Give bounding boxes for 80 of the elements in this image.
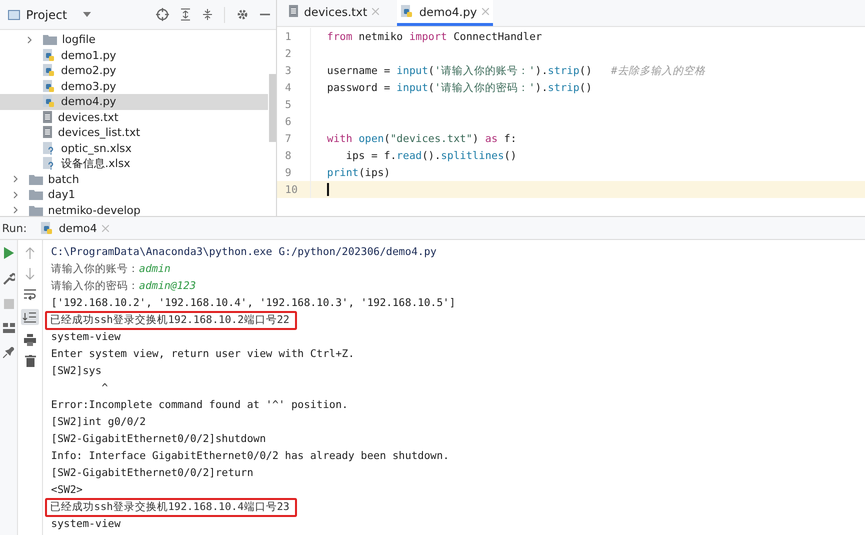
tree-item[interactable]: devices.txt xyxy=(0,110,268,125)
soft-wrap-icon[interactable] xyxy=(24,289,36,300)
line-number: 6 xyxy=(284,116,292,128)
scroll-to-end-icon[interactable] xyxy=(21,309,39,325)
editor-tab[interactable]: demo4.py xyxy=(397,0,493,26)
console-line: system-view xyxy=(51,517,122,532)
tree-item[interactable]: demo1.py xyxy=(0,48,268,63)
tree-item[interactable]: day1 xyxy=(0,187,268,202)
console-line: Error:Incomplete command found at '^' position. xyxy=(51,398,350,413)
pin-icon[interactable] xyxy=(3,347,14,358)
line-number: 9 xyxy=(284,166,292,178)
play-icon[interactable] xyxy=(4,247,14,259)
code-line: username = input('请输入你的账号：').strip() #去除多输入的空格 xyxy=(327,64,706,78)
console-line: Info: Interface GigabitEthernet0/0/2 has already been shutdown. xyxy=(51,449,450,464)
tree-item[interactable]: demo2.py xyxy=(0,63,268,78)
dropdown-caret-icon[interactable] xyxy=(83,12,92,17)
folder-icon xyxy=(29,189,43,200)
settings-icon[interactable] xyxy=(236,8,249,21)
line-number: 5 xyxy=(284,98,292,110)
line-number: 8 xyxy=(284,150,292,162)
wrench-icon[interactable] xyxy=(2,273,14,285)
tree-item[interactable]: demo4.py xyxy=(0,94,268,110)
highlight-box: 已经成功ssh登录交换机192.168.10.4端口号23 xyxy=(45,498,298,517)
folder-icon xyxy=(29,174,43,185)
text-file-icon xyxy=(43,126,53,140)
tree-item[interactable]: 设备信息.xlsx xyxy=(0,156,268,172)
expand-all-icon[interactable] xyxy=(180,8,191,21)
text-file-icon xyxy=(43,110,53,124)
tree-item[interactable]: netmiko-develop xyxy=(0,202,268,218)
console-line: [SW2-GigabitEthernet0/0/2]shutdown xyxy=(51,432,267,447)
python-file-icon xyxy=(43,80,56,93)
layout-icon[interactable] xyxy=(2,323,14,333)
console-line: Enter system view, return user view with Ctrl+Z. xyxy=(51,347,356,362)
text-file-icon xyxy=(289,5,299,18)
code-line: print(ips) xyxy=(327,166,390,178)
console-line: [SW2]int g0/0/2 xyxy=(51,415,147,430)
tree-item[interactable]: devices_list.txt xyxy=(0,125,268,140)
console-line: 请输入你的密码：admin@123 xyxy=(51,279,197,294)
scrollbar-thumb[interactable] xyxy=(269,74,276,142)
line-number: 3 xyxy=(284,64,292,76)
text-cursor xyxy=(327,183,329,196)
locate-icon[interactable] xyxy=(156,8,169,21)
print-icon[interactable] xyxy=(24,334,36,346)
code-line: with open("devices.txt") as f: xyxy=(327,132,517,144)
editor-tab[interactable]: devices.txt xyxy=(285,0,384,26)
python-file-icon xyxy=(43,64,56,78)
code-line: ips = f.read().splitlines() xyxy=(344,150,517,162)
console-line: 请输入你的账号：admin xyxy=(51,262,172,277)
python-file-icon xyxy=(43,95,56,108)
line-number: 7 xyxy=(284,132,292,144)
console-line: [SW2]sys xyxy=(51,364,103,379)
collapse-all-icon[interactable] xyxy=(202,8,213,21)
line-number: 1 xyxy=(284,30,292,42)
code-line: from netmiko import ConnectHandler xyxy=(327,30,542,42)
highlight-box: 已经成功ssh登录交换机192.168.10.2端口号22 xyxy=(45,311,298,330)
python-file-icon xyxy=(40,222,54,234)
unknown-file-icon xyxy=(43,157,56,170)
line-number: 2 xyxy=(284,48,292,60)
console-line: ^ xyxy=(100,381,109,396)
console-line: <SW2> xyxy=(51,483,84,498)
console-line: system-view xyxy=(51,330,122,345)
line-number: 10 xyxy=(284,184,299,196)
python-file-icon xyxy=(401,5,414,18)
trash-icon[interactable] xyxy=(24,355,36,367)
python-file-icon xyxy=(43,48,56,62)
panel-icon xyxy=(8,10,20,20)
console-line: C:\ProgramData\Anaconda3\python.exe G:/python/202306/demo4.py xyxy=(51,245,438,260)
tree-item[interactable]: optic_sn.xlsx xyxy=(0,140,268,156)
console-line: ['192.168.10.2', '192.168.10.4', '192.168.10.3', '192.168.10.5'] xyxy=(51,296,457,311)
code-line: password = input('请输入你的密码：').strip() xyxy=(327,80,592,94)
folder-icon xyxy=(43,34,57,46)
run-tab[interactable]: demo4 xyxy=(40,222,110,234)
unknown-file-icon xyxy=(43,142,56,155)
tree-item[interactable]: logfile xyxy=(0,32,268,48)
line-number: 4 xyxy=(284,82,292,94)
tree-item[interactable]: demo3.py xyxy=(0,78,268,94)
console-line: [SW2-GigabitEthernet0/0/2]return xyxy=(51,466,254,481)
panel-title[interactable]: Project xyxy=(26,8,68,22)
tree-item[interactable]: batch xyxy=(0,172,268,187)
run-label: Run: xyxy=(2,222,27,234)
